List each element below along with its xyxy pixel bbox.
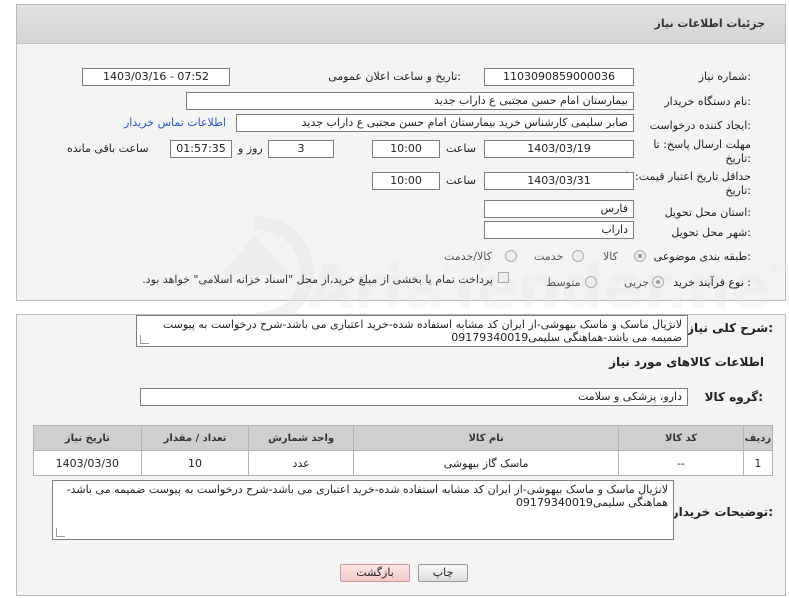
col-qty: تعداد / مقدار (140, 425, 250, 451)
province-label: استان محل تحویل: (664, 206, 751, 219)
creator-field: صابر سلیمی کارشناس خرید بیمارستان امام ح… (236, 114, 634, 132)
buyer-org-label: نام دستگاه خریدار: (664, 95, 751, 108)
buyer-notes-text: لانژیال ماسک و ماسک بیهوشی-از ایران کد م… (52, 480, 674, 540)
creator-label: ایجاد کننده درخواست: (649, 119, 751, 132)
print-button[interactable]: چاپ (418, 564, 468, 582)
remaining-time-field: 01:57:35 (170, 140, 232, 158)
goods-section-title: اطلاعات کالاهای مورد نیاز (609, 355, 764, 369)
purchase-option-medium: متوسط (546, 276, 581, 289)
description-label: شرح کلی نیاز: (687, 321, 773, 335)
purchase-type-label: نوع فرآیند خرید : (673, 276, 751, 289)
days-label: روز و (238, 142, 263, 155)
treasury-payment-checkbox[interactable] (498, 272, 509, 283)
buyer-org-field: بیمارستان امام حسن مجتبی ع داراب جدید (186, 92, 634, 110)
province-field: فارس (484, 200, 634, 218)
purchase-radio-medium[interactable] (585, 276, 597, 288)
buyer-notes-resize-handle[interactable] (56, 528, 65, 537)
cell-unit: عدد (248, 450, 354, 476)
cell-code: -- (618, 450, 744, 476)
city-field: داراب (484, 221, 634, 239)
deadline-label-line1: مهلت ارسال پاسخ: تا (653, 138, 751, 151)
remaining-label: ساعت باقی مانده (67, 142, 149, 155)
category-label: طبقه بندی موضوعی: (653, 250, 751, 263)
deadline-date-field: 1403/03/19 (484, 140, 634, 158)
category-radio-goods-service[interactable] (505, 250, 517, 262)
table-row: 1 -- ماسک گاز بیهوشی عدد 10 1403/03/30 (33, 450, 774, 476)
category-radio-service[interactable] (572, 250, 584, 262)
deadline-label-line2: تاریخ: (725, 152, 751, 165)
announce-label: تاریخ و ساعت اعلان عمومی: (328, 70, 461, 83)
category-option-service: خدمت (534, 250, 564, 263)
price-validity-label-line2: تاریخ: (725, 184, 751, 197)
cell-date: 1403/03/30 (33, 450, 142, 476)
category-radio-goods[interactable] (634, 250, 646, 262)
treasury-payment-note: پرداخت تمام یا بخشی از مبلغ خرید،از محل … (142, 273, 493, 286)
price-validity-label-line1: حداقل تاریخ اعتبار قیمت: تا (625, 170, 751, 183)
panel-header: جزئیات اطلاعات نیاز (17, 5, 785, 44)
buyer-contact-link[interactable]: اطلاعات تماس خریدار (124, 116, 226, 129)
city-label: شهر محل تحویل: (671, 226, 751, 239)
cell-index: 1 (742, 450, 774, 476)
days-remaining-field: 3 (268, 140, 334, 158)
deadline-time-field: 10:00 (372, 140, 440, 158)
description-resize-handle[interactable] (140, 335, 149, 344)
goods-group-label: گروه کالا: (704, 390, 763, 404)
deadline-time-label: ساعت (446, 142, 476, 155)
need-number-field: 1103090859000036 (484, 68, 634, 86)
goods-group-field: دارو، پزشکی و سلامت (140, 388, 688, 406)
purchase-option-minor: جزیی (624, 276, 650, 289)
price-validity-time-field: 10:00 (372, 172, 440, 190)
goods-table-header: ردیف کد کالا نام کالا واحد شمارش تعداد /… (33, 425, 774, 451)
price-validity-date-field: 1403/03/31 (484, 172, 634, 190)
col-code: کد کالا (618, 425, 744, 451)
announce-field: 1403/03/16 - 07:52 (82, 68, 230, 86)
cell-name: ماسک گاز بیهوشی (352, 450, 620, 476)
buyer-notes-label: توضیحات خریدار: (671, 505, 773, 519)
category-option-goods: کالا (603, 250, 618, 263)
price-validity-time-label: ساعت (446, 174, 476, 187)
back-button[interactable]: بازگشت (340, 564, 410, 582)
watermark-icon (220, 216, 315, 326)
col-name: نام کالا (352, 425, 620, 451)
price-validity-label: حداقل تاریخ اعتبار قیمت: تا تاریخ: (625, 170, 751, 198)
col-index: ردیف (742, 425, 774, 451)
goods-table: ردیف کد کالا نام کالا واحد شمارش تعداد /… (33, 425, 774, 476)
category-option-goods-service: کالا/خدمت (444, 250, 492, 263)
need-number-label: شماره نیاز: (698, 70, 751, 83)
purchase-radio-minor[interactable] (652, 276, 664, 288)
col-unit: واحد شمارش (248, 425, 354, 451)
deadline-label: مهلت ارسال پاسخ: تا تاریخ: (653, 138, 751, 166)
cell-qty: 10 (140, 450, 250, 476)
panel-title: جزئیات اطلاعات نیاز (654, 17, 766, 30)
description-text: لانژیال ماسک و ماسک بیهوشی-از ایران کد م… (136, 315, 688, 347)
col-date: تاریخ نیاز (33, 425, 142, 451)
